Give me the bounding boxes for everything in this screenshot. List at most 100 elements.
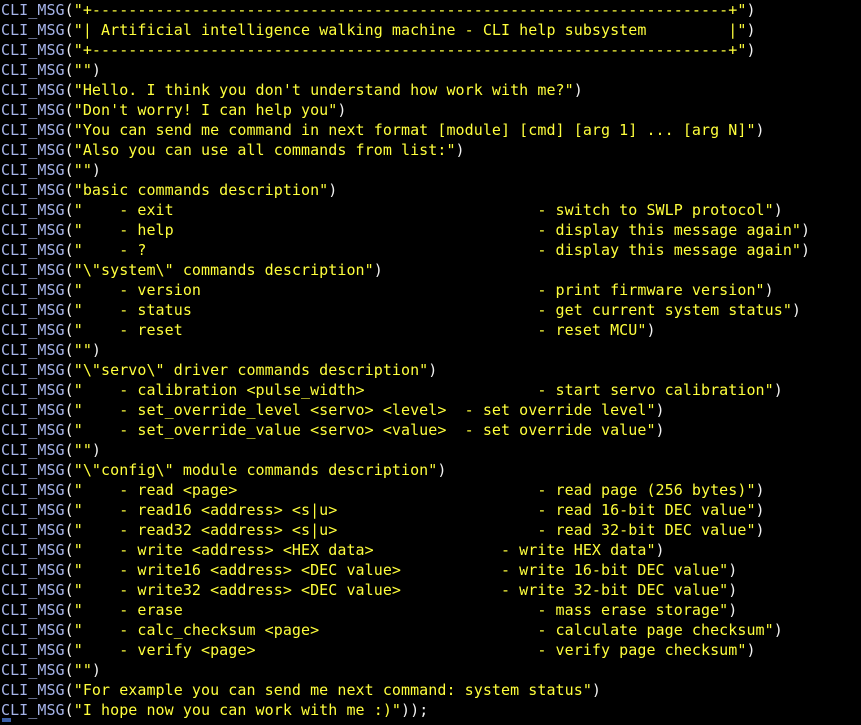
- function-name-token: CLI_MSG: [1, 1, 65, 19]
- close-paren-token: ): [801, 241, 811, 259]
- code-line: CLI_MSG(" - read16 <address> <s|u> - rea…: [0, 500, 861, 520]
- open-paren-token: (: [64, 141, 74, 159]
- close-paren-token: ): [728, 581, 738, 599]
- open-paren-token: (: [64, 341, 74, 359]
- close-paren-token: ): [755, 121, 765, 139]
- function-name-token: CLI_MSG: [1, 181, 65, 199]
- function-name-token: CLI_MSG: [1, 421, 65, 439]
- open-paren-token: (: [64, 381, 74, 399]
- code-line: CLI_MSG(" - reset - reset MCU"): [0, 320, 861, 340]
- close-paren-token: ): [728, 561, 738, 579]
- function-name-token: CLI_MSG: [1, 441, 65, 459]
- open-paren-token: (: [64, 481, 74, 499]
- function-name-token: CLI_MSG: [1, 541, 65, 559]
- open-paren-token: (: [64, 221, 74, 239]
- code-line: CLI_MSG(" - status - get current system …: [0, 300, 861, 320]
- string-literal-token: " - status - get current system status": [73, 301, 792, 319]
- string-literal-token: " - read16 <address> <s|u> - read 16-bit…: [73, 501, 756, 519]
- code-line: CLI_MSG(" - version - print firmware ver…: [0, 280, 861, 300]
- code-line: CLI_MSG("Hello. I think you don't unders…: [0, 80, 861, 100]
- open-paren-token: (: [64, 461, 74, 479]
- close-paren-token: ): [773, 621, 783, 639]
- open-paren-token: (: [64, 61, 74, 79]
- open-paren-token: (: [64, 541, 74, 559]
- function-name-token: CLI_MSG: [1, 41, 65, 59]
- open-paren-token: (: [64, 401, 74, 419]
- function-name-token: CLI_MSG: [1, 301, 65, 319]
- string-literal-token: "": [73, 161, 92, 179]
- close-paren-token: ): [746, 1, 756, 19]
- code-line: CLI_MSG(""): [0, 660, 861, 680]
- function-name-token: CLI_MSG: [1, 501, 65, 519]
- code-line: CLI_MSG(" - verify <page> - verify page …: [0, 640, 861, 660]
- function-name-token: CLI_MSG: [1, 281, 65, 299]
- string-literal-token: "\"servo\" driver commands description": [73, 361, 429, 379]
- function-name-token: CLI_MSG: [1, 521, 65, 539]
- string-literal-token: "\"system\" commands description": [73, 261, 374, 279]
- code-line: CLI_MSG(" - set_override_value <servo> <…: [0, 420, 861, 440]
- close-paren-token: ): [801, 221, 811, 239]
- close-paren-token: ): [755, 481, 765, 499]
- code-line: CLI_MSG(" - set_override_level <servo> <…: [0, 400, 861, 420]
- string-literal-token: "| Artificial intelligence walking machi…: [73, 21, 747, 39]
- code-line: CLI_MSG(""): [0, 60, 861, 80]
- code-line: CLI_MSG(""): [0, 340, 861, 360]
- function-name-token: CLI_MSG: [1, 341, 65, 359]
- string-literal-token: " - ? - display this message again": [73, 241, 801, 259]
- string-literal-token: " - write16 <address> <DEC value> - writ…: [73, 561, 729, 579]
- code-line: CLI_MSG(" - read <page> - read page (256…: [0, 480, 861, 500]
- function-name-token: CLI_MSG: [1, 201, 65, 219]
- string-literal-token: "basic commands description": [73, 181, 329, 199]
- close-paren-token: ): [91, 661, 102, 679]
- open-paren-token: (: [64, 121, 74, 139]
- string-literal-token: " - read <page> - read page (256 bytes)": [73, 481, 756, 499]
- string-literal-token: "": [73, 441, 92, 459]
- string-literal-token: "": [73, 661, 92, 679]
- code-line: CLI_MSG(""): [0, 160, 861, 180]
- close-paren-token: ): [746, 641, 756, 659]
- open-paren-token: (: [64, 281, 74, 299]
- open-paren-token: (: [64, 101, 74, 119]
- string-literal-token: " - version - print firmware version": [73, 281, 765, 299]
- code-line: CLI_MSG(" - exit - switch to SWLP protoc…: [0, 200, 861, 220]
- function-name-token: CLI_MSG: [1, 261, 65, 279]
- code-line: CLI_MSG(""): [0, 440, 861, 460]
- open-paren-token: (: [64, 561, 74, 579]
- function-name-token: CLI_MSG: [1, 161, 65, 179]
- code-line: CLI_MSG("\"config\" module commands desc…: [0, 460, 861, 480]
- close-paren-token: ): [437, 461, 447, 479]
- open-paren-token: (: [64, 421, 74, 439]
- close-paren-token: ): [755, 501, 765, 519]
- code-line: CLI_MSG(" - write32 <address> <DEC value…: [0, 580, 861, 600]
- string-literal-token: " - set_override_value <servo> <value> -…: [73, 421, 656, 439]
- close-paren-token: ));: [401, 701, 429, 719]
- close-paren-token: ): [455, 141, 465, 159]
- code-line: CLI_MSG(" - calibration <pulse_width> - …: [0, 380, 861, 400]
- string-literal-token: "Also you can use all commands from list…: [73, 141, 456, 159]
- close-paren-token: ): [773, 381, 783, 399]
- open-paren-token: (: [64, 261, 74, 279]
- code-line: CLI_MSG(" - read32 <address> <s|u> - rea…: [0, 520, 861, 540]
- string-literal-token: " - verify <page> - verify page checksum…: [73, 641, 747, 659]
- open-paren-token: (: [64, 241, 74, 259]
- code-line: CLI_MSG("Don't worry! I can help you"): [0, 100, 861, 120]
- open-paren-token: (: [64, 301, 74, 319]
- open-paren-token: (: [64, 81, 74, 99]
- function-name-token: CLI_MSG: [1, 241, 65, 259]
- code-line: CLI_MSG("You can send me command in next…: [0, 120, 861, 140]
- code-line: CLI_MSG(" - erase - mass erase storage"): [0, 600, 861, 620]
- function-name-token: CLI_MSG: [1, 101, 65, 119]
- code-line: CLI_MSG("\"system\" commands description…: [0, 260, 861, 280]
- code-line: CLI_MSG(" - ? - display this message aga…: [0, 240, 861, 260]
- string-literal-token: " - help - display this message again": [73, 221, 801, 239]
- string-literal-token: " - set_override_level <servo> <level> -…: [73, 401, 656, 419]
- close-paren-token: ): [91, 341, 102, 359]
- open-paren-token: (: [64, 501, 74, 519]
- open-paren-token: (: [64, 661, 74, 679]
- function-name-token: CLI_MSG: [1, 661, 65, 679]
- close-paren-token: ): [91, 441, 102, 459]
- code-line: CLI_MSG("For example you can send me nex…: [0, 680, 861, 700]
- string-literal-token: "+--------------------------------------…: [73, 41, 747, 59]
- text-cursor: [2, 718, 11, 722]
- open-paren-token: (: [64, 21, 74, 39]
